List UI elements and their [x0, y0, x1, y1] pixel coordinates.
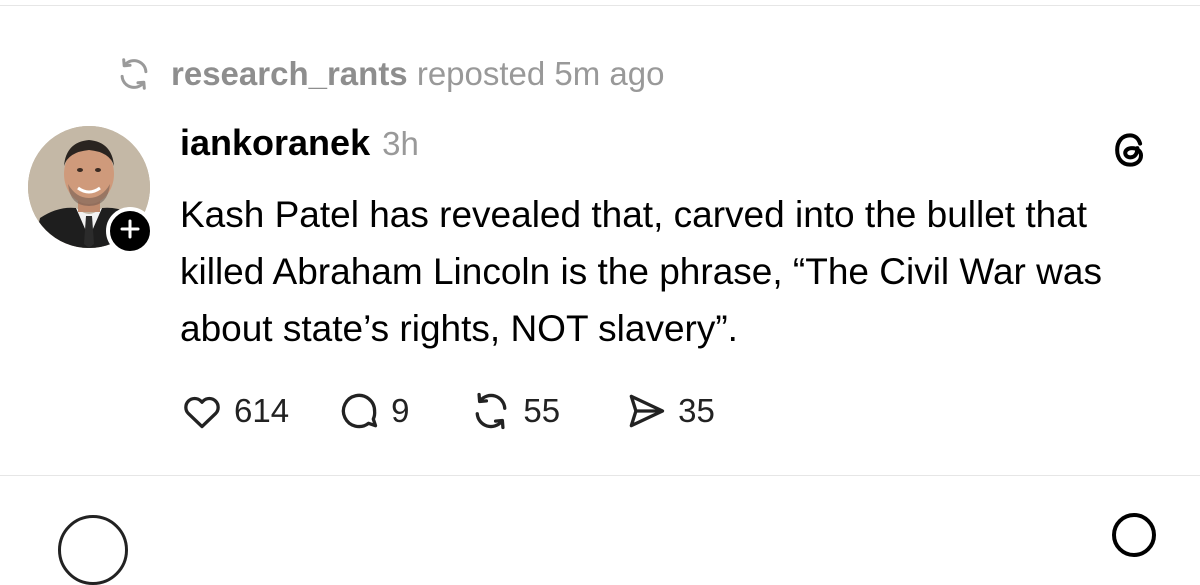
- top-divider: [0, 5, 1200, 6]
- repost-label: reposted 5m ago: [416, 55, 665, 92]
- reply-count: 9: [391, 392, 410, 429]
- comment-icon: [337, 389, 381, 433]
- author-username[interactable]: iankoranek: [180, 122, 370, 164]
- bottom-divider: [0, 475, 1200, 476]
- action-bar: 614 9 55 35: [180, 388, 715, 434]
- post-timestamp: 3h: [382, 125, 419, 162]
- repost-button[interactable]: 55: [469, 389, 560, 433]
- plus-icon: [119, 218, 141, 245]
- share-button[interactable]: 35: [624, 389, 715, 433]
- heart-icon: [180, 389, 224, 433]
- like-count: 614: [234, 392, 290, 429]
- repost-username[interactable]: research_rants: [171, 55, 408, 92]
- reply-button[interactable]: 9: [337, 389, 409, 433]
- next-post-threads-icon[interactable]: [1112, 513, 1156, 557]
- threads-icon[interactable]: [1108, 128, 1152, 177]
- like-button[interactable]: 614: [180, 389, 289, 433]
- post-body: Kash Patel has revealed that, carved int…: [180, 194, 1102, 349]
- send-icon: [624, 389, 668, 433]
- repost-icon: [115, 55, 153, 93]
- next-post-avatar[interactable]: [58, 515, 128, 585]
- repost-icon: [469, 389, 513, 433]
- repost-attribution: research_rants reposted 5m ago: [115, 52, 665, 96]
- follow-button[interactable]: [106, 207, 154, 255]
- post-header: iankoranek 3h: [180, 122, 419, 168]
- share-count: 35: [678, 392, 715, 429]
- repost-count: 55: [523, 392, 561, 429]
